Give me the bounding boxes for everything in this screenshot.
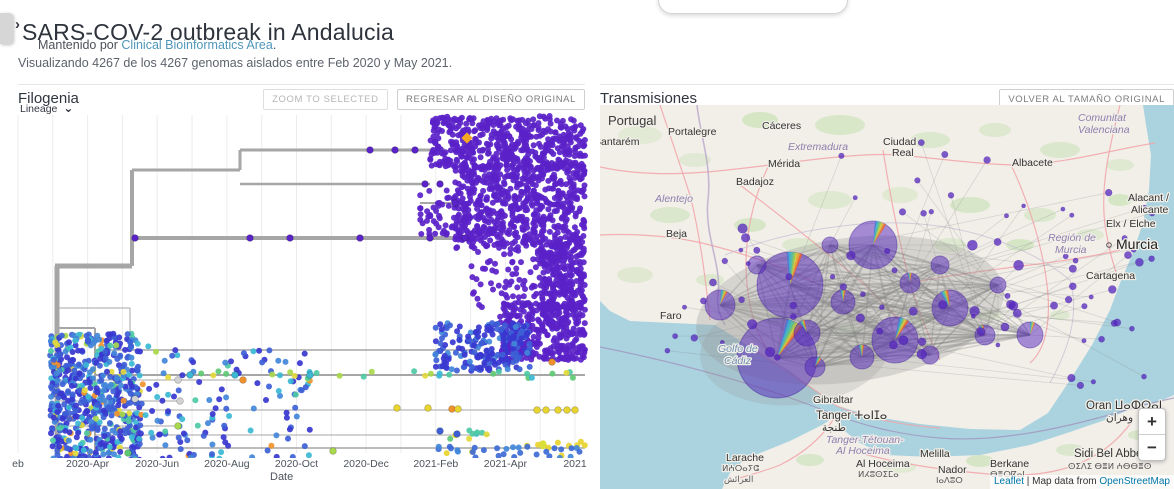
map-label: Murcia <box>1055 244 1087 256</box>
map-label: Golfo de <box>718 343 758 355</box>
zoom-to-selected-button[interactable]: ZOOM TO SELECTED <box>263 89 387 110</box>
map-label: ⵙⵉⴷⵉ ⴱⴻⵍ ⵄⴱⴱⴻⵙ <box>1068 461 1152 471</box>
map-label: Extremadura <box>788 141 848 153</box>
top-floating-panel <box>658 0 848 14</box>
map-label: ⵍⵃⵓⵙⵉⵎⴰ <box>858 469 899 479</box>
maintained-link[interactable]: Clinical Bioinformatics Area <box>121 38 272 52</box>
auspice-app: › SARS-COV-2 outbreak in Andalucia Mante… <box>0 0 1174 489</box>
tree-axis-tick: eb <box>0 458 53 470</box>
map-label: Cartagena <box>1086 270 1135 282</box>
map-label: وهران <box>1106 412 1133 424</box>
map-label: Beja <box>666 228 687 240</box>
leaflet-link[interactable]: Leaflet <box>994 476 1024 487</box>
map-label: Faro <box>660 310 682 322</box>
attribution-text: | Map data from <box>1024 476 1099 487</box>
map-label: Tanger ⵜⴰⵏⵊⴰ <box>816 410 887 422</box>
chevron-right-icon[interactable]: › <box>15 16 20 33</box>
tree-axis-tick: 2020-Oct <box>262 458 332 470</box>
map-label: Valenciana <box>1078 124 1130 136</box>
maintained-by: Mantenido por Clinical Bioinformatics Ar… <box>38 38 276 52</box>
map-label: Cádiz <box>724 355 752 367</box>
tree-panel-header: Filogenia ZOOM TO SELECTED REGRESAR AL D… <box>18 84 585 111</box>
tree-axis-tick: 2020-Dec <box>331 458 401 470</box>
map-label: Real <box>892 147 914 159</box>
zoom-in-button[interactable]: + <box>1139 409 1165 435</box>
tree-tips-layer[interactable] <box>47 113 588 458</box>
tree-x-axis: eb2020-Apr2020-Jun2020-Aug2020-Oct2020-D… <box>10 458 590 471</box>
map-label: ⵏⴰⴷⵓⵔ <box>936 475 963 485</box>
map-label: Comunitat <box>1078 112 1127 124</box>
map-label: Alentejo <box>654 193 693 205</box>
map-label: Mérida <box>768 158 800 170</box>
zoom-out-button[interactable]: − <box>1139 435 1165 460</box>
tree-axis-tick: 2021-Feb <box>401 458 471 470</box>
osm-link[interactable]: OpenStreetMap <box>1099 476 1170 487</box>
map-label: Cáceres <box>762 120 801 132</box>
map-zoom-control: + − <box>1138 408 1166 461</box>
map-attribution: Leaflet | Map data from OpenStreetMap <box>990 475 1174 489</box>
genome-count-text: Visualizando 4267 de los 4267 genomas ai… <box>18 56 452 70</box>
maintained-prefix: Mantenido por <box>38 38 121 52</box>
phylogeny-chart[interactable] <box>10 113 590 458</box>
tree-axis-tick: 2021-Apr <box>470 458 540 470</box>
map-label: ⵍⵄⵔⴰⵢⵛ <box>722 463 759 473</box>
map-label: Región de <box>1048 232 1096 244</box>
map-label: Melilla <box>920 448 950 460</box>
map-label: Albacete <box>1012 157 1053 169</box>
map-label: Santarém <box>600 136 640 148</box>
map-canvas[interactable]: Portugal Santarém Portalegre Cáceres Extrema… <box>600 105 1174 489</box>
reset-layout-button[interactable]: REGRESAR AL DISEÑO ORIGINAL <box>397 89 585 110</box>
maintained-suffix: . <box>273 38 276 52</box>
tree-axis-tick: 2020-Jun <box>122 458 192 470</box>
tree-axis-tick: 2020-Aug <box>192 458 262 470</box>
tree-axis-label: Date <box>270 471 293 483</box>
map-label: Elx / Elche <box>1106 218 1156 230</box>
map-label: طنجة <box>822 422 846 434</box>
map-label: Alacant / <box>1128 192 1169 204</box>
map-label: Al Hoceima <box>835 445 890 457</box>
map-label: Gibraltar <box>813 394 854 406</box>
map-label: Alicante <box>1131 204 1169 216</box>
tree-axis-tick: 2020-Apr <box>53 458 123 470</box>
transmission-map[interactable]: Portugal Santarém Portalegre Cáceres Extrema… <box>600 105 1174 489</box>
map-label: Portalegre <box>668 126 717 138</box>
sidebar-toggle[interactable] <box>0 13 13 44</box>
map-label: Badajoz <box>736 176 774 188</box>
map-label: العرائش <box>724 474 753 484</box>
map-label: Portugal <box>608 113 657 128</box>
map-label: Murcia <box>1116 236 1158 252</box>
